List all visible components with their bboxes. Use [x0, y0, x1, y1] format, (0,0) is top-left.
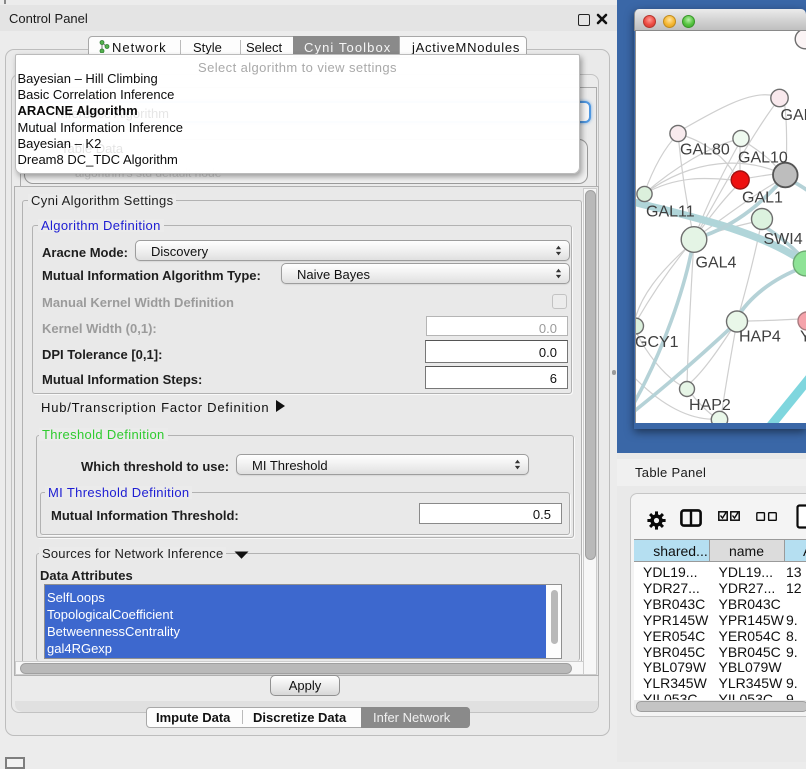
svg-text:GAL80: GAL80 [680, 142, 730, 159]
svg-text:GAL: GAL [781, 107, 806, 124]
svg-text:GAL1: GAL1 [742, 190, 783, 207]
svg-text:GAL4: GAL4 [696, 255, 737, 272]
svg-text:SWI4: SWI4 [764, 231, 803, 248]
svg-text:GAL11: GAL11 [646, 204, 695, 221]
svg-text:GAL10: GAL10 [738, 150, 788, 167]
svg-text:HAP4: HAP4 [739, 329, 781, 346]
svg-text:HAP2: HAP2 [689, 397, 731, 414]
svg-text:GCY1: GCY1 [635, 334, 679, 351]
svg-text:Y: Y [800, 329, 806, 346]
